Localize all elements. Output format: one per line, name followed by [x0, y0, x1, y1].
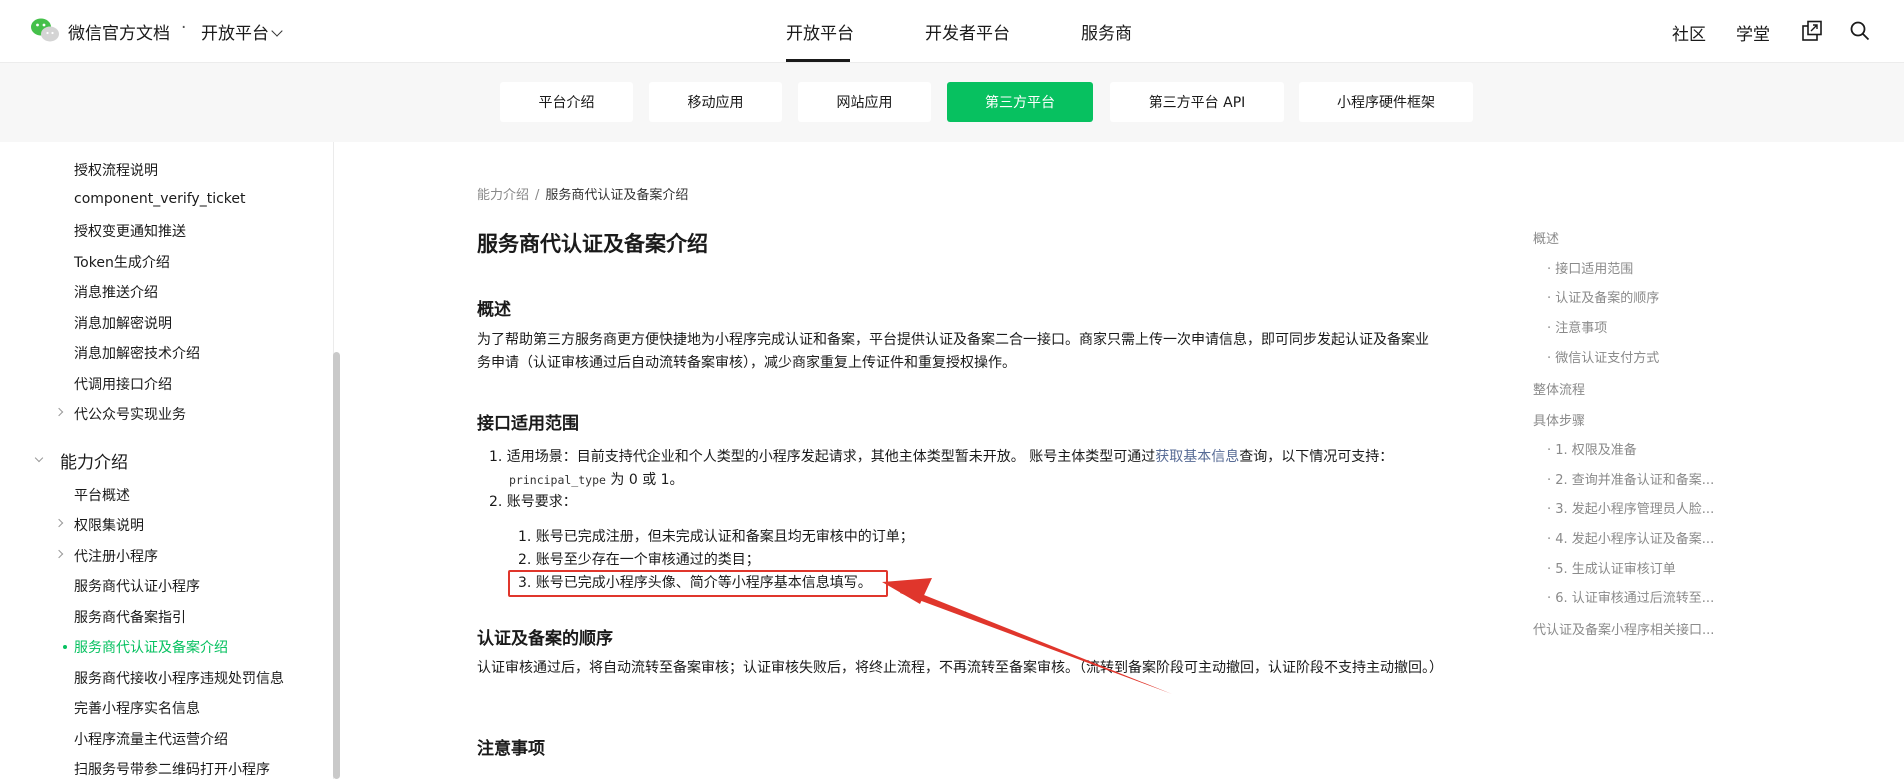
toc-item[interactable]: 代认证及备案小程序相关接口... — [1533, 619, 1714, 638]
nav-developer-platform[interactable]: 开发者平台 — [925, 19, 1010, 44]
list-text: 为 0 或 1。 — [605, 472, 684, 488]
list-text: 查询，以下情况可支持： — [1239, 449, 1394, 465]
sidebar-scrollbar[interactable] — [333, 352, 340, 779]
chevron-right-icon[interactable] — [54, 518, 64, 528]
toc-item[interactable]: 具体步骤 — [1533, 410, 1585, 429]
breadcrumb-parent[interactable]: 能力介绍 — [477, 188, 529, 203]
toc-item[interactable]: 整体流程 — [1533, 379, 1585, 398]
sidebar-item[interactable]: 消息加解密说明 — [74, 313, 172, 333]
toc-item[interactable]: · 5. 生成认证审核订单 — [1547, 558, 1676, 577]
chevron-right-icon[interactable] — [54, 407, 64, 417]
nav-open-platform[interactable]: 开放平台 — [786, 19, 854, 44]
sidebar-item[interactable]: 授权流程说明 — [74, 160, 158, 180]
breadcrumb: 能力介绍 / 服务商代认证及备案介绍 — [477, 184, 688, 203]
sidebar-item[interactable]: 服务商代接收小程序违规处罚信息 — [74, 668, 284, 688]
toc-item[interactable]: · 接口适用范围 — [1547, 258, 1633, 277]
sidebar-item[interactable]: 权限集说明 — [74, 515, 144, 535]
chevron-down-icon[interactable] — [34, 453, 44, 463]
sidebar-item[interactable]: 服务商代认证小程序 — [74, 576, 200, 596]
get-basic-info-link[interactable]: 获取基本信息 — [1155, 449, 1239, 465]
nav-community[interactable]: 社区 — [1672, 20, 1706, 45]
toc-item[interactable]: 概述 — [1533, 228, 1559, 247]
overview-paragraph: 为了帮助第三方服务商更方便快捷地为小程序完成认证和备案，平台提供认证及备案二合一… — [477, 332, 1429, 371]
list-item: principal_type 为 0 或 1。 — [509, 469, 684, 489]
top-nav: 微信官方文档 · 开放平台 开放平台 开发者平台 服务商 社区 学堂 — [0, 0, 1904, 63]
annotation-arrow-icon — [882, 578, 1172, 694]
toc-item[interactable]: · 微信认证支付方式 — [1547, 347, 1659, 366]
sidebar-item[interactable]: 消息加解密技术介绍 — [74, 343, 200, 363]
toc-item[interactable]: · 注意事项 — [1547, 317, 1607, 336]
platform-selector-label: 开放平台 — [201, 24, 269, 44]
toc-item[interactable]: · 3. 发起小程序管理员人脸... — [1547, 498, 1714, 517]
list-item: 1. 账号已完成注册，但未完成认证和备案且均无审核中的订单； — [518, 529, 914, 545]
brand-separator: · — [181, 18, 187, 38]
list-item: 1. 适用场景：目前支持代企业和个人类型的小程序发起请求，其他主体类型暂未开放。… — [489, 446, 1393, 466]
tab-mini-program-hardware[interactable]: 小程序硬件框架 — [1299, 82, 1473, 122]
sidebar: 授权流程说明 component_verify_ticket 授权变更通知推送 … — [0, 142, 334, 779]
nav-academy[interactable]: 学堂 — [1736, 20, 1770, 45]
sidebar-item[interactable]: 小程序流量主代运营介绍 — [74, 729, 228, 749]
breadcrumb-current: 服务商代认证及备案介绍 — [545, 188, 689, 203]
list-item: 2. 账号至少存在一个审核通过的类目； — [518, 552, 760, 568]
chevron-right-icon[interactable] — [54, 549, 64, 559]
sidebar-item[interactable]: 消息推送介绍 — [74, 282, 158, 302]
toc-item[interactable]: · 认证及备案的顺序 — [1547, 287, 1659, 306]
tab-mobile-app[interactable]: 移动应用 — [649, 82, 782, 122]
brand-title[interactable]: 微信官方文档 — [68, 19, 170, 44]
sidebar-section-title[interactable]: 能力介绍 — [60, 448, 128, 473]
list-text: 1. 适用场景：目前支持代企业和个人类型的小程序发起请求，其他主体类型暂未开放。… — [489, 449, 1156, 465]
sidebar-item[interactable]: 授权变更通知推送 — [74, 221, 186, 241]
list-item: 2. 账号要求： — [489, 494, 577, 510]
mini-program-icon[interactable] — [1801, 20, 1823, 42]
nav-active-underline — [786, 59, 850, 62]
tab-third-party-platform[interactable]: 第三方平台 — [947, 82, 1093, 122]
annotation-highlight-box — [508, 570, 888, 597]
toc-item[interactable]: · 6. 认证审核通过后流转至... — [1547, 587, 1714, 606]
toc-item[interactable]: · 4. 发起小程序认证及备案... — [1547, 528, 1714, 547]
section-heading-notes: 注意事项 — [477, 739, 545, 759]
sidebar-item[interactable]: 完善小程序实名信息 — [74, 698, 200, 718]
platform-selector[interactable]: 开放平台 — [201, 19, 283, 44]
page-title: 服务商代认证及备案介绍 — [477, 232, 708, 256]
tab-third-party-api[interactable]: 第三方平台 API — [1110, 82, 1284, 122]
sidebar-item[interactable]: 平台概述 — [74, 485, 130, 505]
nav-service-provider[interactable]: 服务商 — [1081, 19, 1132, 44]
chevron-down-icon — [271, 25, 283, 37]
sidebar-item-active[interactable]: 服务商代认证及备案介绍 — [74, 637, 228, 657]
toc-item[interactable]: · 1. 权限及准备 — [1547, 439, 1637, 458]
sidebar-item[interactable]: Token生成介绍 — [74, 252, 170, 272]
section-heading-overview: 概述 — [477, 300, 511, 320]
active-dot-icon — [63, 645, 67, 649]
wechat-logo-icon[interactable] — [30, 16, 60, 44]
toc-item[interactable]: · 2. 查询并准备认证和备案... — [1547, 469, 1714, 488]
breadcrumb-separator: / — [535, 188, 540, 203]
sidebar-item[interactable]: 代调用接口介绍 — [74, 374, 172, 394]
section-heading-scope: 接口适用范围 — [477, 414, 579, 434]
sidebar-item[interactable]: 代公众号实现业务 — [74, 404, 186, 424]
code-principal-type: principal_type — [509, 473, 606, 487]
sidebar-item[interactable]: 服务商代备案指引 — [74, 607, 186, 627]
sidebar-item[interactable]: 扫服务号带参二维码打开小程序 — [74, 759, 270, 779]
sidebar-item[interactable]: component_verify_ticket — [74, 191, 246, 207]
section-heading-order: 认证及备案的顺序 — [477, 629, 613, 649]
tab-website-app[interactable]: 网站应用 — [798, 82, 931, 122]
tab-platform-intro[interactable]: 平台介绍 — [500, 82, 633, 122]
sidebar-item[interactable]: 代注册小程序 — [74, 546, 158, 566]
search-icon[interactable] — [1849, 20, 1871, 42]
